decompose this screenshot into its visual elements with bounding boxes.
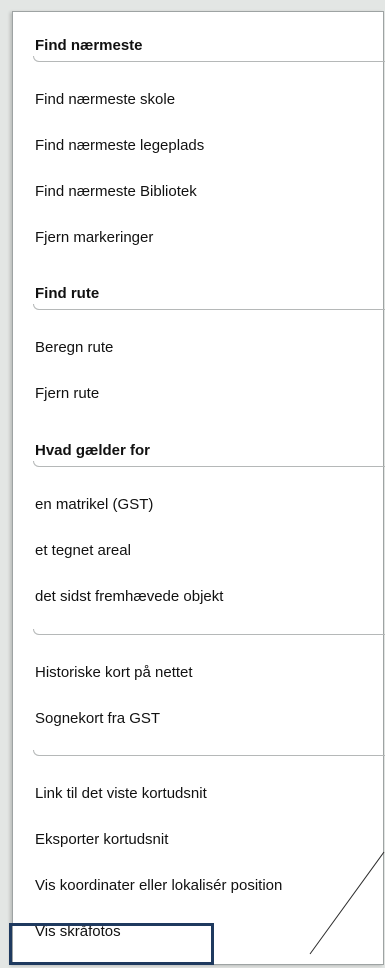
menu-item-cadastre-gst[interactable]: en matrikel (GST) — [35, 496, 153, 514]
menu-item-export-map-view[interactable]: Eksporter kortudsnit — [35, 831, 168, 849]
menu-item-show-oblique-photos[interactable]: Vis skråfotos — [35, 923, 121, 941]
menu-item-historical-maps[interactable]: Historiske kort på nettet — [35, 664, 193, 682]
section-header-find-route: Find rute — [35, 285, 100, 302]
menu-item-link-to-map-view[interactable]: Link til det viste kortudsnit — [35, 785, 207, 803]
menu-item-last-highlighted-object[interactable]: det sidst fremhævede objekt — [35, 588, 223, 606]
section-separator — [33, 629, 385, 635]
section-separator — [33, 304, 385, 310]
section-header-find-nearest: Find nærmeste — [35, 37, 143, 54]
menu-item-remove-markings[interactable]: Fjern markeringer — [35, 229, 153, 247]
section-separator — [33, 461, 385, 467]
menu-item-parish-maps-gst[interactable]: Sognekort fra GST — [35, 710, 160, 728]
menu-item-drawn-area[interactable]: et tegnet areal — [35, 542, 131, 560]
menu-item-remove-route[interactable]: Fjern rute — [35, 385, 99, 403]
menu-item-find-nearest-school[interactable]: Find nærmeste skole — [35, 91, 175, 109]
menu-item-calculate-route[interactable]: Beregn rute — [35, 339, 113, 357]
section-header-applies-for: Hvad gælder for — [35, 442, 151, 459]
section-separator — [33, 750, 385, 756]
section-separator — [33, 56, 385, 62]
menu-item-show-coordinates[interactable]: Vis koordinater eller lokalisér position — [35, 877, 282, 895]
context-menu: Find nærmeste Find nærmeste skole Find n… — [12, 11, 385, 965]
menu-item-find-nearest-library[interactable]: Find nærmeste Bibliotek — [35, 183, 197, 201]
menu-item-find-nearest-playground[interactable]: Find nærmeste legeplads — [35, 137, 204, 155]
